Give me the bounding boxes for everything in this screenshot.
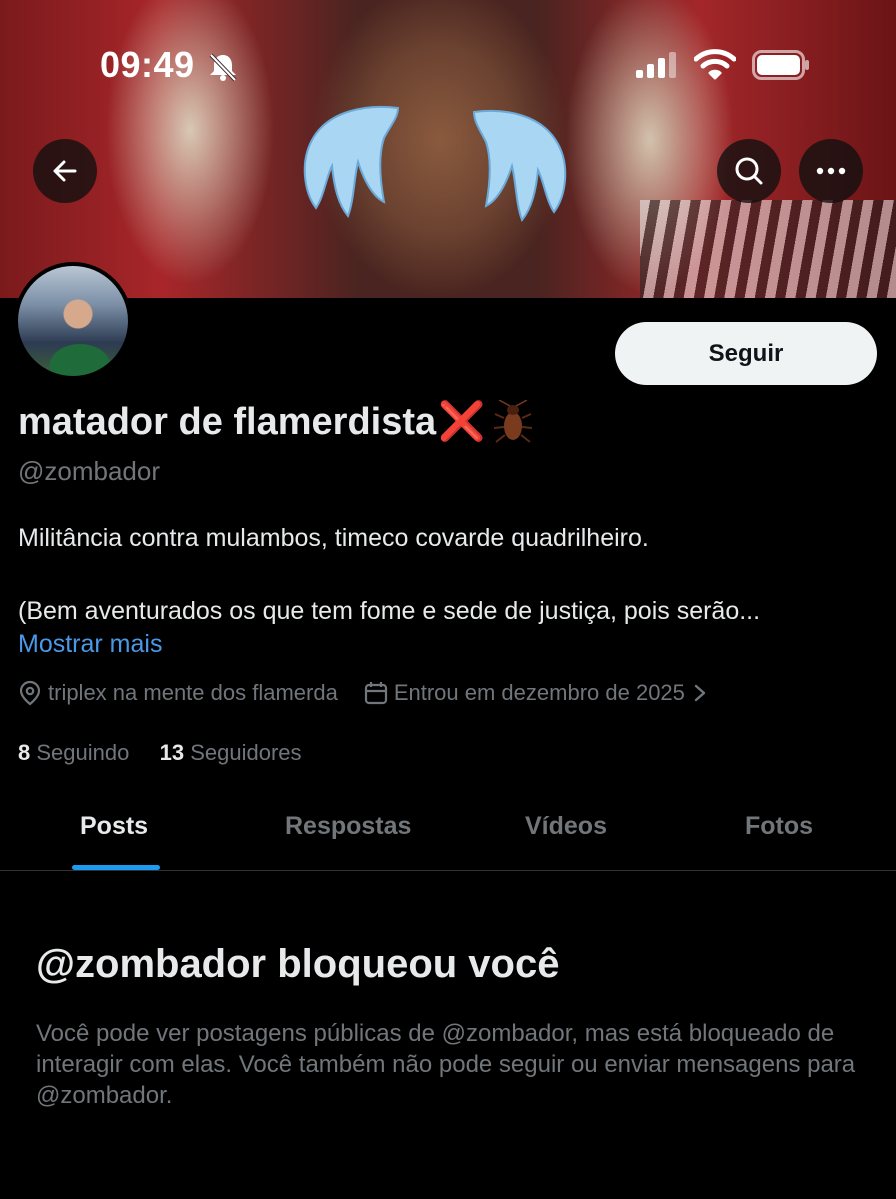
avatar[interactable] [14, 262, 132, 380]
profile-banner[interactable]: 09:49 [0, 0, 896, 298]
search-icon [735, 157, 763, 185]
back-button[interactable] [33, 139, 97, 203]
following-link[interactable]: 8 Seguindo [18, 740, 129, 765]
calendar-icon [364, 681, 388, 705]
show-more-link[interactable]: Mostrar mais [18, 630, 162, 659]
profile-meta-row: triplex na mente dos flamerda Entrou em … [18, 678, 713, 708]
chevron-right-icon[interactable] [693, 683, 707, 703]
following-label: Seguindo [36, 740, 130, 765]
bell-off-icon [209, 53, 237, 82]
followers-label: Seguidores [190, 740, 302, 765]
battery-icon [752, 50, 809, 80]
profile-joined-date: Entrou em dezembro de 2025 [393, 680, 685, 705]
more-options-button[interactable] [799, 139, 863, 203]
status-time: 09:49 [100, 44, 195, 85]
tab-fotos[interactable]: Fotos [745, 812, 813, 841]
tab-respostas[interactable]: Respostas [285, 812, 411, 841]
search-button[interactable] [717, 139, 781, 203]
location-pin-icon [18, 680, 42, 706]
following-count: 8 [18, 740, 31, 765]
arrow-left-icon [53, 160, 77, 182]
crying-tears-left-icon [303, 105, 400, 218]
bio-line-2: (Bem aventurados os que tem fome e sede … [18, 597, 761, 625]
display-name: matador de flamerdista [18, 400, 437, 443]
banner-stripes [640, 200, 896, 298]
tab-videos[interactable]: Vídeos [525, 812, 607, 841]
cross-mark-emoji: ❌ [438, 401, 486, 443]
cellular-signal-icon [636, 52, 676, 78]
display-name-row: matador de flamerdista ❌ [18, 400, 533, 444]
active-tab-indicator [72, 865, 160, 870]
bio-line-1: Militância contra mulambos, timeco covar… [18, 524, 649, 552]
blocked-message: Você pode ver postagens públicas de @zom… [36, 1020, 856, 1109]
blocked-title: @zombador bloqueou você [36, 942, 560, 986]
tab-posts[interactable]: Posts [80, 812, 148, 841]
crying-tears-right-icon [472, 109, 567, 222]
wifi-icon [694, 49, 736, 80]
profile-location: triplex na mente dos flamerda [48, 680, 338, 705]
more-horizontal-icon [816, 167, 846, 175]
follow-stats: 8 Seguindo 13 Seguidores [18, 740, 302, 766]
followers-count: 13 [159, 740, 185, 765]
cockroach-emoji-icon [494, 400, 533, 443]
follow-button[interactable]: Seguir [615, 322, 877, 385]
profile-tabs: Posts Respostas Vídeos Fotos [0, 792, 896, 871]
avatar-image [18, 266, 128, 376]
followers-link[interactable]: 13 Seguidores [160, 740, 302, 765]
profile-handle: @zombador [18, 456, 161, 486]
